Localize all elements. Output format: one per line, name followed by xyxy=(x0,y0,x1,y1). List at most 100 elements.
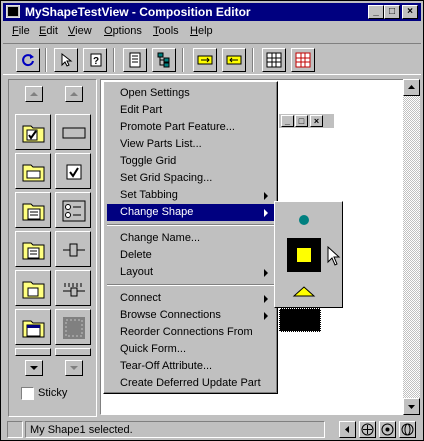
refresh-icon xyxy=(22,54,34,67)
inner-close-button[interactable]: × xyxy=(310,115,323,127)
properties-button[interactable] xyxy=(123,48,147,72)
select-arrow-icon xyxy=(61,52,73,67)
rectangle-part-icon xyxy=(62,127,86,139)
palette-category-frame-folder[interactable] xyxy=(15,270,51,306)
vertical-scrollbar[interactable] xyxy=(403,79,420,415)
down-arrow-icon xyxy=(408,405,415,409)
menu-item-open-settings[interactable]: Open Settings xyxy=(107,85,274,102)
minimize-icon: _ xyxy=(284,116,290,126)
disconnect-button[interactable] xyxy=(222,48,246,72)
tree-button[interactable] xyxy=(152,48,176,72)
status-text: My Shape1 selected. xyxy=(25,421,325,438)
disconnect-icon xyxy=(226,55,242,65)
menu-tools[interactable]: Tools xyxy=(153,25,179,37)
menu-item-promote-part-feature[interactable]: Promote Part Feature... xyxy=(107,119,274,136)
minimize-icon: _ xyxy=(373,6,379,17)
info-button[interactable] xyxy=(399,421,416,438)
menu-item-tear-off-attribute[interactable]: Tear-Off Attribute... xyxy=(107,358,274,375)
selected-shape-part[interactable] xyxy=(279,308,321,332)
change-shape-submenu xyxy=(274,201,343,308)
scroll-up-button[interactable] xyxy=(403,79,420,96)
palette-part-slider[interactable] xyxy=(55,231,91,267)
flyover-button[interactable] xyxy=(359,421,376,438)
palette-part-scale[interactable] xyxy=(55,270,91,306)
radio-group-part-icon xyxy=(62,200,86,222)
palette-scroll-up-left[interactable] xyxy=(25,86,43,102)
grid-red-button[interactable] xyxy=(291,48,315,72)
tracking-button[interactable] xyxy=(379,421,396,438)
menu-item-layout[interactable]: Layout xyxy=(107,264,274,281)
menu-item-change-shape[interactable]: Change Shape xyxy=(107,204,274,221)
help-pointer-button[interactable]: ? xyxy=(83,48,107,72)
minimize-button[interactable]: _ xyxy=(368,5,384,19)
menu-item-connect[interactable]: Connect xyxy=(107,290,274,307)
down-arrow-icon xyxy=(70,366,78,370)
palette-scroll-up-right[interactable] xyxy=(65,86,83,102)
globe-icon xyxy=(401,423,414,436)
palette-category-more[interactable] xyxy=(15,348,51,356)
palette-part-checkbox[interactable] xyxy=(55,153,91,189)
submenu-arrow-icon xyxy=(264,209,268,217)
menu-separator xyxy=(107,284,274,286)
menu-item-quick-form[interactable]: Quick Form... xyxy=(107,341,274,358)
palette-scroll-down-right[interactable] xyxy=(65,360,83,376)
palette-scroll-down-left[interactable] xyxy=(25,360,43,376)
maximize-icon: □ xyxy=(388,6,396,17)
menu-item-browse-connections[interactable]: Browse Connections xyxy=(107,307,274,324)
menu-view[interactable]: View xyxy=(68,25,92,37)
menu-item-toggle-grid[interactable]: Toggle Grid xyxy=(107,153,274,170)
shape-option-circle[interactable] xyxy=(287,206,321,234)
select-button[interactable] xyxy=(54,48,78,72)
palette-part-selected-shape[interactable] xyxy=(55,309,91,345)
scale-part-icon xyxy=(63,283,85,297)
inner-minimize-button[interactable]: _ xyxy=(281,115,294,127)
close-button[interactable]: × xyxy=(402,5,418,19)
menu-item-edit-part[interactable]: Edit Part xyxy=(107,102,274,119)
palette-category-checkbox-folder[interactable] xyxy=(15,114,51,150)
menu-options[interactable]: Options xyxy=(104,25,142,37)
menu-item-view-parts-list[interactable]: View Parts List... xyxy=(107,136,274,153)
toolbar-separator xyxy=(113,48,115,72)
connect-icon xyxy=(197,55,213,65)
shape-option-triangle[interactable] xyxy=(287,276,321,304)
help-pointer-icon: ? xyxy=(90,53,102,67)
palette-part-more[interactable] xyxy=(55,348,91,356)
menu-item-create-deferred-update-part[interactable]: Create Deferred Update Part xyxy=(107,375,274,392)
folder-check-icon xyxy=(22,125,45,143)
status-scroll-left-button[interactable] xyxy=(339,421,356,438)
menu-edit[interactable]: Edit xyxy=(39,25,58,37)
grid-button[interactable] xyxy=(262,48,286,72)
menu-item-delete[interactable]: Delete xyxy=(107,247,274,264)
inner-maximize-button[interactable]: □ xyxy=(295,115,308,127)
palette-category-list-folder[interactable] xyxy=(15,192,51,228)
folder-frame-icon xyxy=(22,281,45,299)
inner-window-titlebar: _ □ × xyxy=(279,114,334,128)
menu-item-set-tabbing[interactable]: Set Tabbing xyxy=(107,187,274,204)
menu-item-set-grid-spacing[interactable]: Set Grid Spacing... xyxy=(107,170,274,187)
menu-item-change-name[interactable]: Change Name... xyxy=(107,230,274,247)
folder-list-icon xyxy=(22,203,45,221)
maximize-button[interactable]: □ xyxy=(384,5,400,19)
triangle-shape-icon xyxy=(292,286,316,297)
grid-red-icon xyxy=(295,52,311,68)
palette-part-radio-group[interactable] xyxy=(55,192,91,228)
folder-window-icon xyxy=(22,320,45,338)
window-title: MyShapeTestView - Composition Editor xyxy=(25,5,251,19)
app-icon xyxy=(6,5,20,18)
palette-category-window-folder[interactable] xyxy=(15,309,51,345)
menu-file[interactable]: File xyxy=(12,25,30,37)
connect-button[interactable] xyxy=(193,48,217,72)
palette-category-form-folder[interactable] xyxy=(15,231,51,267)
menu-item-reorder-connections-from[interactable]: Reorder Connections From xyxy=(107,324,274,341)
shape-option-square[interactable] xyxy=(287,238,321,272)
refresh-button[interactable] xyxy=(16,48,40,72)
menu-separator xyxy=(107,224,274,226)
left-arrow-icon xyxy=(345,426,349,433)
palette-part-rectangle[interactable] xyxy=(55,114,91,150)
scroll-down-button[interactable] xyxy=(403,398,420,415)
palette-category-folder[interactable] xyxy=(15,153,51,189)
menu-help[interactable]: Help xyxy=(190,25,213,37)
up-arrow-icon xyxy=(30,92,38,96)
properties-icon xyxy=(129,52,141,68)
sticky-checkbox[interactable] xyxy=(21,387,34,400)
